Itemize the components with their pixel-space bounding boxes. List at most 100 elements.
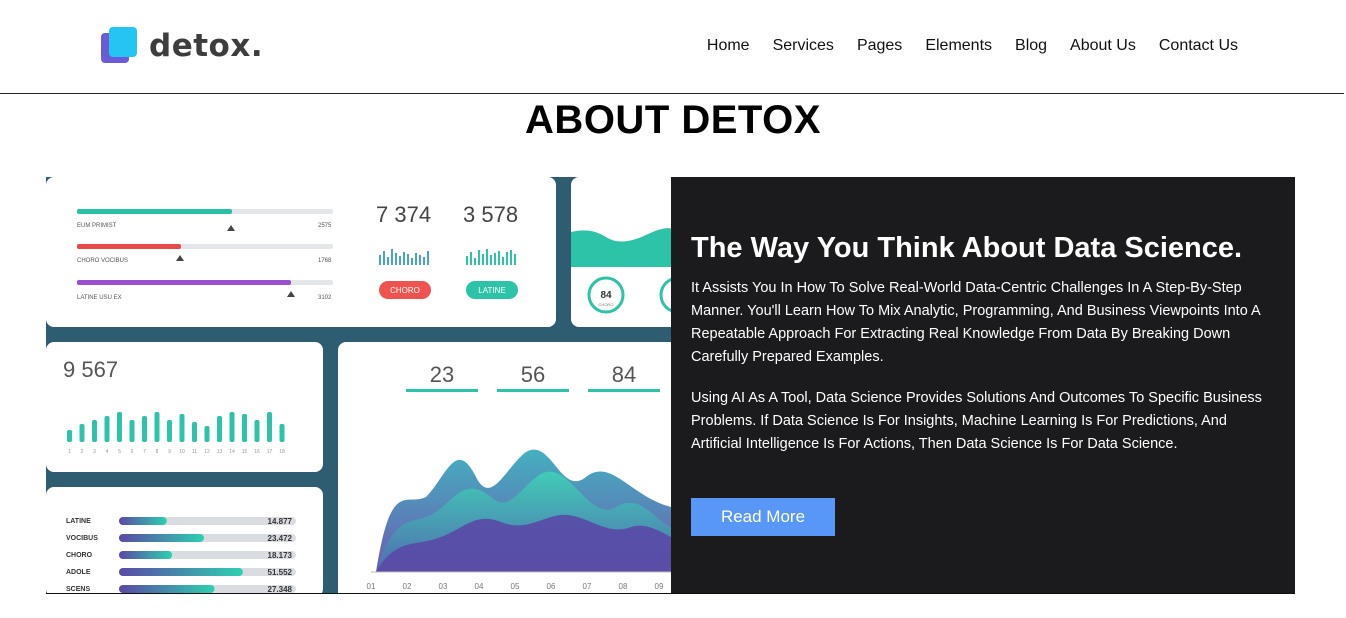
- svg-text:7 374: 7 374: [376, 202, 431, 227]
- brand-logo[interactable]: detox.: [101, 27, 263, 65]
- sparkline-bar: [478, 250, 480, 265]
- sparkline-bar: [411, 258, 413, 265]
- bar-axis-label: 14: [229, 449, 235, 455]
- svg-text:CHORO VOCIBUS: CHORO VOCIBUS: [77, 258, 128, 264]
- legend-row-label: SCENS: [66, 586, 90, 593]
- area-axis-label: 06: [547, 582, 556, 591]
- area-axis-label: 07: [583, 582, 592, 591]
- area-axis-label: 09: [655, 582, 664, 591]
- svg-text:9 567: 9 567: [63, 357, 118, 382]
- area-axis-label: 02: [403, 582, 412, 591]
- bar-chart-bar: [242, 414, 247, 442]
- legend-row-value: 18.173: [268, 551, 293, 560]
- bar-axis-label: 17: [267, 449, 273, 455]
- legend-row-fill: [119, 568, 243, 576]
- sparkline-bar: [391, 249, 393, 265]
- bar-axis-label: 11: [192, 449, 197, 455]
- bar-axis-label: 16: [254, 449, 260, 455]
- legend-row-value: 14.877: [268, 517, 293, 526]
- sparkline-bar: [474, 258, 476, 265]
- sparkline-bar: [379, 255, 381, 265]
- bar-chart-bar: [254, 420, 260, 442]
- bar-chart-bar: [179, 414, 185, 442]
- svg-text:23: 23: [430, 362, 454, 387]
- bar-chart-bar: [79, 424, 85, 442]
- area-axis-label: 08: [619, 582, 628, 591]
- nav-elements[interactable]: Elements: [925, 37, 992, 55]
- bar-chart-bar: [204, 426, 210, 442]
- bar-chart-bar: [154, 412, 160, 442]
- svg-text:1768: 1768: [318, 258, 332, 264]
- sparkline-bar: [423, 257, 425, 265]
- nav-services[interactable]: Services: [773, 37, 834, 55]
- nav-about-us[interactable]: About Us: [1070, 37, 1136, 55]
- legend-row-fill: [119, 551, 173, 559]
- bar-chart-bar: [267, 412, 272, 442]
- sparkline-bar: [427, 251, 429, 265]
- sparkline-bar: [407, 254, 409, 265]
- svg-text:56: 56: [521, 362, 545, 387]
- bar-axis-label: 12: [204, 449, 210, 455]
- nav-pages[interactable]: Pages: [857, 37, 902, 55]
- nav-contact-us[interactable]: Contact Us: [1159, 37, 1238, 55]
- legend-row-label: ADOLE: [66, 569, 91, 576]
- bar-axis-label: 10: [179, 449, 185, 455]
- bar-chart-bar: [142, 416, 147, 442]
- legend-row-value: 51.552: [268, 568, 293, 577]
- sparkline-bar: [399, 256, 401, 265]
- sparkline-bar: [466, 256, 468, 265]
- bar-chart-bar: [129, 420, 135, 442]
- bar-axis-label: 2: [81, 449, 84, 455]
- svg-text:3102: 3102: [318, 295, 332, 301]
- bar-axis-label: 3: [93, 449, 96, 455]
- read-more-button[interactable]: Read More: [691, 498, 835, 536]
- area-axis-label: 03: [439, 582, 448, 591]
- about-card: EUM PRIMIST 2575 CHORO VOCIBUS 1768 LATI…: [46, 177, 1295, 594]
- sparkline-bar: [486, 249, 488, 265]
- sparkline-bar: [514, 254, 516, 265]
- sparkline-bar: [387, 257, 389, 265]
- area-axis-label: 04: [475, 582, 484, 591]
- bar-axis-label: 7: [143, 449, 146, 455]
- about-heading: The Way You Think About Data Science.: [691, 232, 1243, 264]
- legend-row-fill: [119, 517, 167, 525]
- legend-row-label: CHORO: [66, 552, 93, 559]
- about-text-panel: The Way You Think About Data Science. It…: [671, 177, 1295, 593]
- svg-text:84: 84: [612, 362, 636, 387]
- about-paragraph-2: Using AI As A Tool, Data Science Provide…: [691, 390, 1262, 452]
- bar-axis-label: 8: [156, 449, 159, 455]
- legend-row-label: LATINE: [66, 518, 91, 525]
- nav-blog[interactable]: Blog: [1015, 37, 1047, 55]
- svg-text:2575: 2575: [318, 223, 332, 229]
- page-title: ABOUT DETOX: [525, 98, 821, 142]
- bar-axis-label: 9: [168, 449, 171, 455]
- sparkline-bar: [490, 255, 492, 265]
- sparkline-bar: [383, 251, 385, 265]
- bar-chart-bar: [104, 416, 110, 442]
- bar-chart-bar: [229, 412, 235, 442]
- sparkline-bar: [470, 252, 472, 265]
- sparkline-bar: [502, 257, 504, 265]
- nav-home[interactable]: Home: [707, 37, 750, 55]
- legend-row-value: 23.472: [268, 534, 293, 543]
- svg-text:CHORO: CHORO: [390, 286, 420, 295]
- svg-text:3 578: 3 578: [463, 202, 518, 227]
- bar-axis-label: 15: [242, 449, 248, 455]
- bar-chart-bar: [279, 424, 285, 442]
- legend-row-value: 27.348: [268, 585, 293, 593]
- svg-text:EUM PRIMIST: EUM PRIMIST: [77, 223, 117, 229]
- bar-chart-bar: [67, 430, 72, 442]
- sparkline-bar: [415, 253, 417, 265]
- sparkline-bar: [494, 253, 496, 265]
- svg-text:84: 84: [600, 290, 612, 301]
- bar-chart-bar: [92, 420, 97, 442]
- svg-text:LATINE USU EX: LATINE USU EX: [77, 295, 122, 301]
- bar-axis-label: 6: [131, 449, 134, 455]
- sparkline-bar: [395, 253, 397, 265]
- bar-chart-bar: [192, 422, 197, 442]
- site-header: detox. Home Services Pages Elements Blog…: [0, 0, 1344, 94]
- bar-axis-label: 18: [279, 449, 285, 455]
- sparkline-bar: [506, 252, 508, 265]
- bar-axis-label: 13: [217, 449, 223, 455]
- logo-icon: [101, 27, 139, 65]
